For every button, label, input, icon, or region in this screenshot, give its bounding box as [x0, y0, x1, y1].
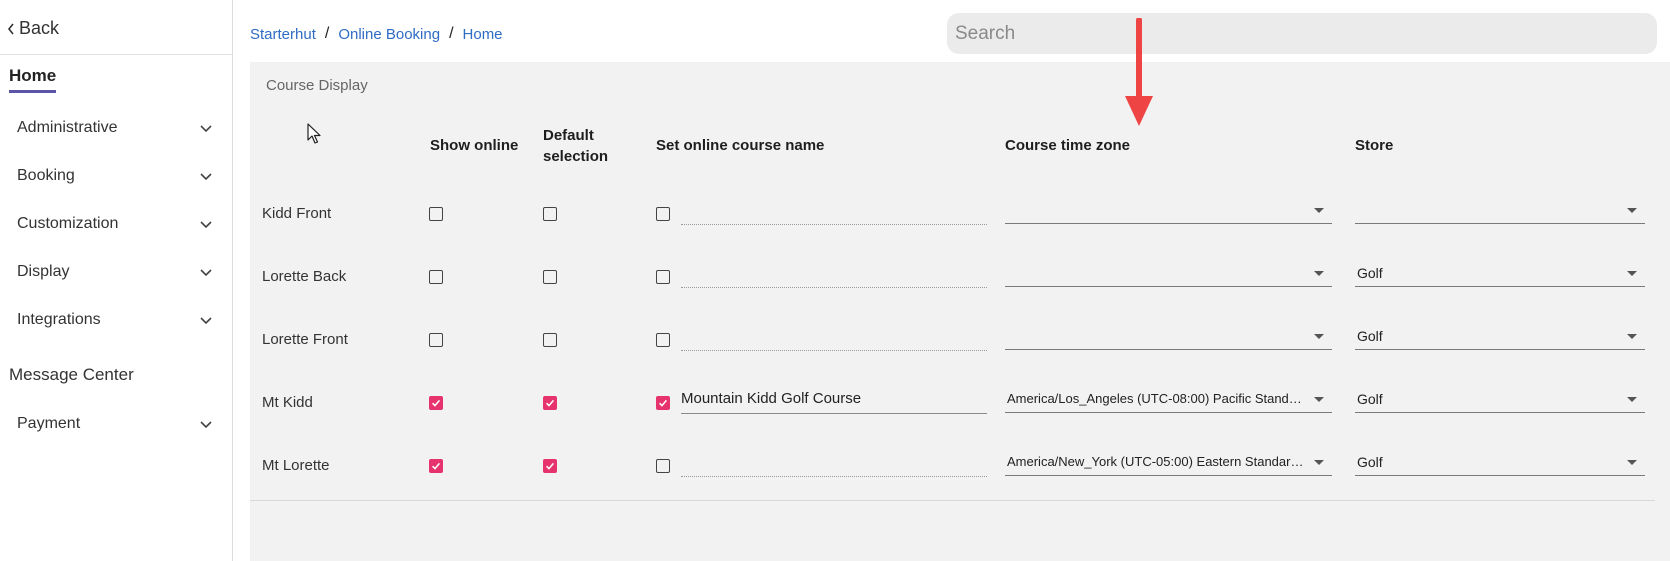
online-name-field[interactable]: [681, 325, 987, 351]
sidebar-item-label: Payment: [17, 415, 81, 432]
breadcrumb-link-online-booking[interactable]: Online Booking: [338, 26, 440, 43]
breadcrumb-link-home[interactable]: Home: [463, 26, 503, 43]
time-zone-select[interactable]: America/Los_Angeles (UTC-08:00) Pacific …: [1005, 387, 1332, 413]
default-selection-checkbox[interactable]: [543, 459, 557, 473]
breadcrumb-separator: /: [449, 25, 454, 42]
dropdown-caret-icon: [1314, 208, 1324, 213]
sidebar-item-label: Administrative: [17, 119, 118, 136]
default-selection-checkbox[interactable]: [543, 333, 557, 347]
sidebar-divider: [0, 54, 232, 55]
sidebar-item-label: Integrations: [17, 311, 101, 328]
sidebar-item-label: Booking: [17, 167, 75, 184]
column-header-line: Default: [543, 127, 594, 144]
column-header-set-online-name: Set online course name: [656, 137, 825, 154]
set-name-checkbox[interactable]: [656, 459, 670, 473]
dropdown-caret-icon: [1627, 334, 1637, 339]
chevron-left-icon: [7, 23, 14, 34]
sidebar-item-payment[interactable]: Payment: [17, 411, 213, 437]
sidebar-item-home[interactable]: Home: [9, 66, 57, 93]
set-name-checkbox[interactable]: [656, 207, 670, 221]
chevron-down-icon: [200, 317, 212, 325]
column-header-show-online: Show online: [430, 137, 519, 154]
online-name-field[interactable]: [681, 451, 987, 477]
dropdown-caret-icon: [1314, 334, 1324, 339]
online-name-field[interactable]: Mountain Kidd Golf Course: [681, 388, 987, 414]
default-selection-checkbox[interactable]: [543, 207, 557, 221]
set-name-checkbox[interactable]: [656, 333, 670, 347]
breadcrumb: Starterhut / Online Booking / Home: [250, 25, 503, 43]
chevron-down-icon: [200, 173, 212, 181]
sidebar-item-display[interactable]: Display: [17, 259, 213, 285]
dropdown-caret-icon: [1627, 460, 1637, 465]
online-name-field[interactable]: [681, 262, 987, 288]
time-zone-select[interactable]: America/New_York (UTC-05:00) Eastern Sta…: [1005, 450, 1332, 476]
select-value: America/Los_Angeles (UTC-08:00) Pacific …: [1007, 391, 1332, 406]
dropdown-caret-icon: [1627, 271, 1637, 276]
sidebar-item-customization[interactable]: Customization: [17, 211, 213, 237]
time-zone-select[interactable]: [1005, 261, 1332, 287]
dropdown-caret-icon: [1627, 397, 1637, 402]
checkmark-icon: [546, 399, 555, 407]
time-zone-select[interactable]: [1005, 198, 1332, 224]
dropdown-caret-icon: [1627, 208, 1637, 213]
show-online-checkbox[interactable]: [429, 459, 443, 473]
column-header-time-zone: Course time zone: [1005, 137, 1131, 154]
breadcrumb-separator: /: [324, 25, 330, 42]
show-online-checkbox[interactable]: [429, 270, 443, 284]
course-label: Kidd Front: [262, 205, 332, 222]
sidebar-item-integrations[interactable]: Integrations: [17, 307, 213, 333]
select-value: Golf: [1357, 265, 1383, 281]
chevron-down-icon: [200, 221, 212, 229]
store-select[interactable]: Golf: [1355, 324, 1645, 350]
set-name-checkbox[interactable]: [656, 396, 670, 410]
sidebar-item-administrative[interactable]: Administrative: [17, 115, 213, 141]
store-select[interactable]: Golf: [1355, 450, 1645, 476]
back-label: Back: [19, 18, 60, 38]
sidebar-item-label: Display: [17, 263, 70, 280]
store-select[interactable]: Golf: [1355, 387, 1645, 413]
default-selection-checkbox[interactable]: [543, 396, 557, 410]
select-value: Golf: [1357, 391, 1383, 407]
chevron-down-icon: [200, 269, 212, 277]
set-name-checkbox[interactable]: [656, 270, 670, 284]
mouse-cursor-icon: [307, 123, 321, 144]
show-online-checkbox[interactable]: [429, 207, 443, 221]
checkmark-icon: [432, 399, 441, 407]
store-select[interactable]: [1355, 198, 1645, 224]
sidebar-item-message-center[interactable]: Message Center: [9, 365, 134, 385]
column-header-line: selection: [543, 148, 609, 165]
sidebar-item-label: Customization: [17, 215, 119, 232]
sidebar: Back Home Administrative Booking Customi…: [0, 0, 233, 561]
show-online-checkbox[interactable]: [429, 396, 443, 410]
checkmark-icon: [546, 462, 555, 470]
breadcrumb-link-starterhut[interactable]: Starterhut: [250, 26, 316, 43]
back-button[interactable]: Back: [6, 18, 59, 39]
dropdown-caret-icon: [1314, 271, 1324, 276]
select-value: America/New_York (UTC-05:00) Eastern Sta…: [1007, 454, 1330, 469]
checkmark-icon: [432, 462, 441, 470]
panel-divider: [250, 500, 1655, 501]
course-label: Lorette Back: [262, 268, 347, 285]
course-label: Lorette Front: [262, 331, 348, 348]
time-zone-select[interactable]: [1005, 324, 1332, 350]
select-value: Golf: [1357, 328, 1383, 344]
annotation-arrow-icon: [1125, 18, 1153, 126]
dropdown-caret-icon: [1314, 460, 1324, 465]
column-header-default-selection: Default selection: [543, 125, 608, 167]
search-input[interactable]: [947, 13, 1657, 54]
online-name-field[interactable]: [681, 199, 987, 225]
course-label: Mt Kidd: [262, 394, 313, 411]
show-online-checkbox[interactable]: [429, 333, 443, 347]
column-header-store: Store: [1355, 137, 1394, 154]
sidebar-item-booking[interactable]: Booking: [17, 163, 213, 189]
chevron-down-icon: [200, 125, 212, 133]
select-value: Golf: [1357, 454, 1383, 470]
checkmark-icon: [659, 399, 668, 407]
chevron-down-icon: [200, 421, 212, 429]
store-select[interactable]: Golf: [1355, 261, 1645, 287]
panel-title: Course Display: [266, 77, 368, 94]
dropdown-caret-icon: [1314, 397, 1324, 402]
course-label: Mt Lorette: [262, 457, 330, 474]
default-selection-checkbox[interactable]: [543, 270, 557, 284]
